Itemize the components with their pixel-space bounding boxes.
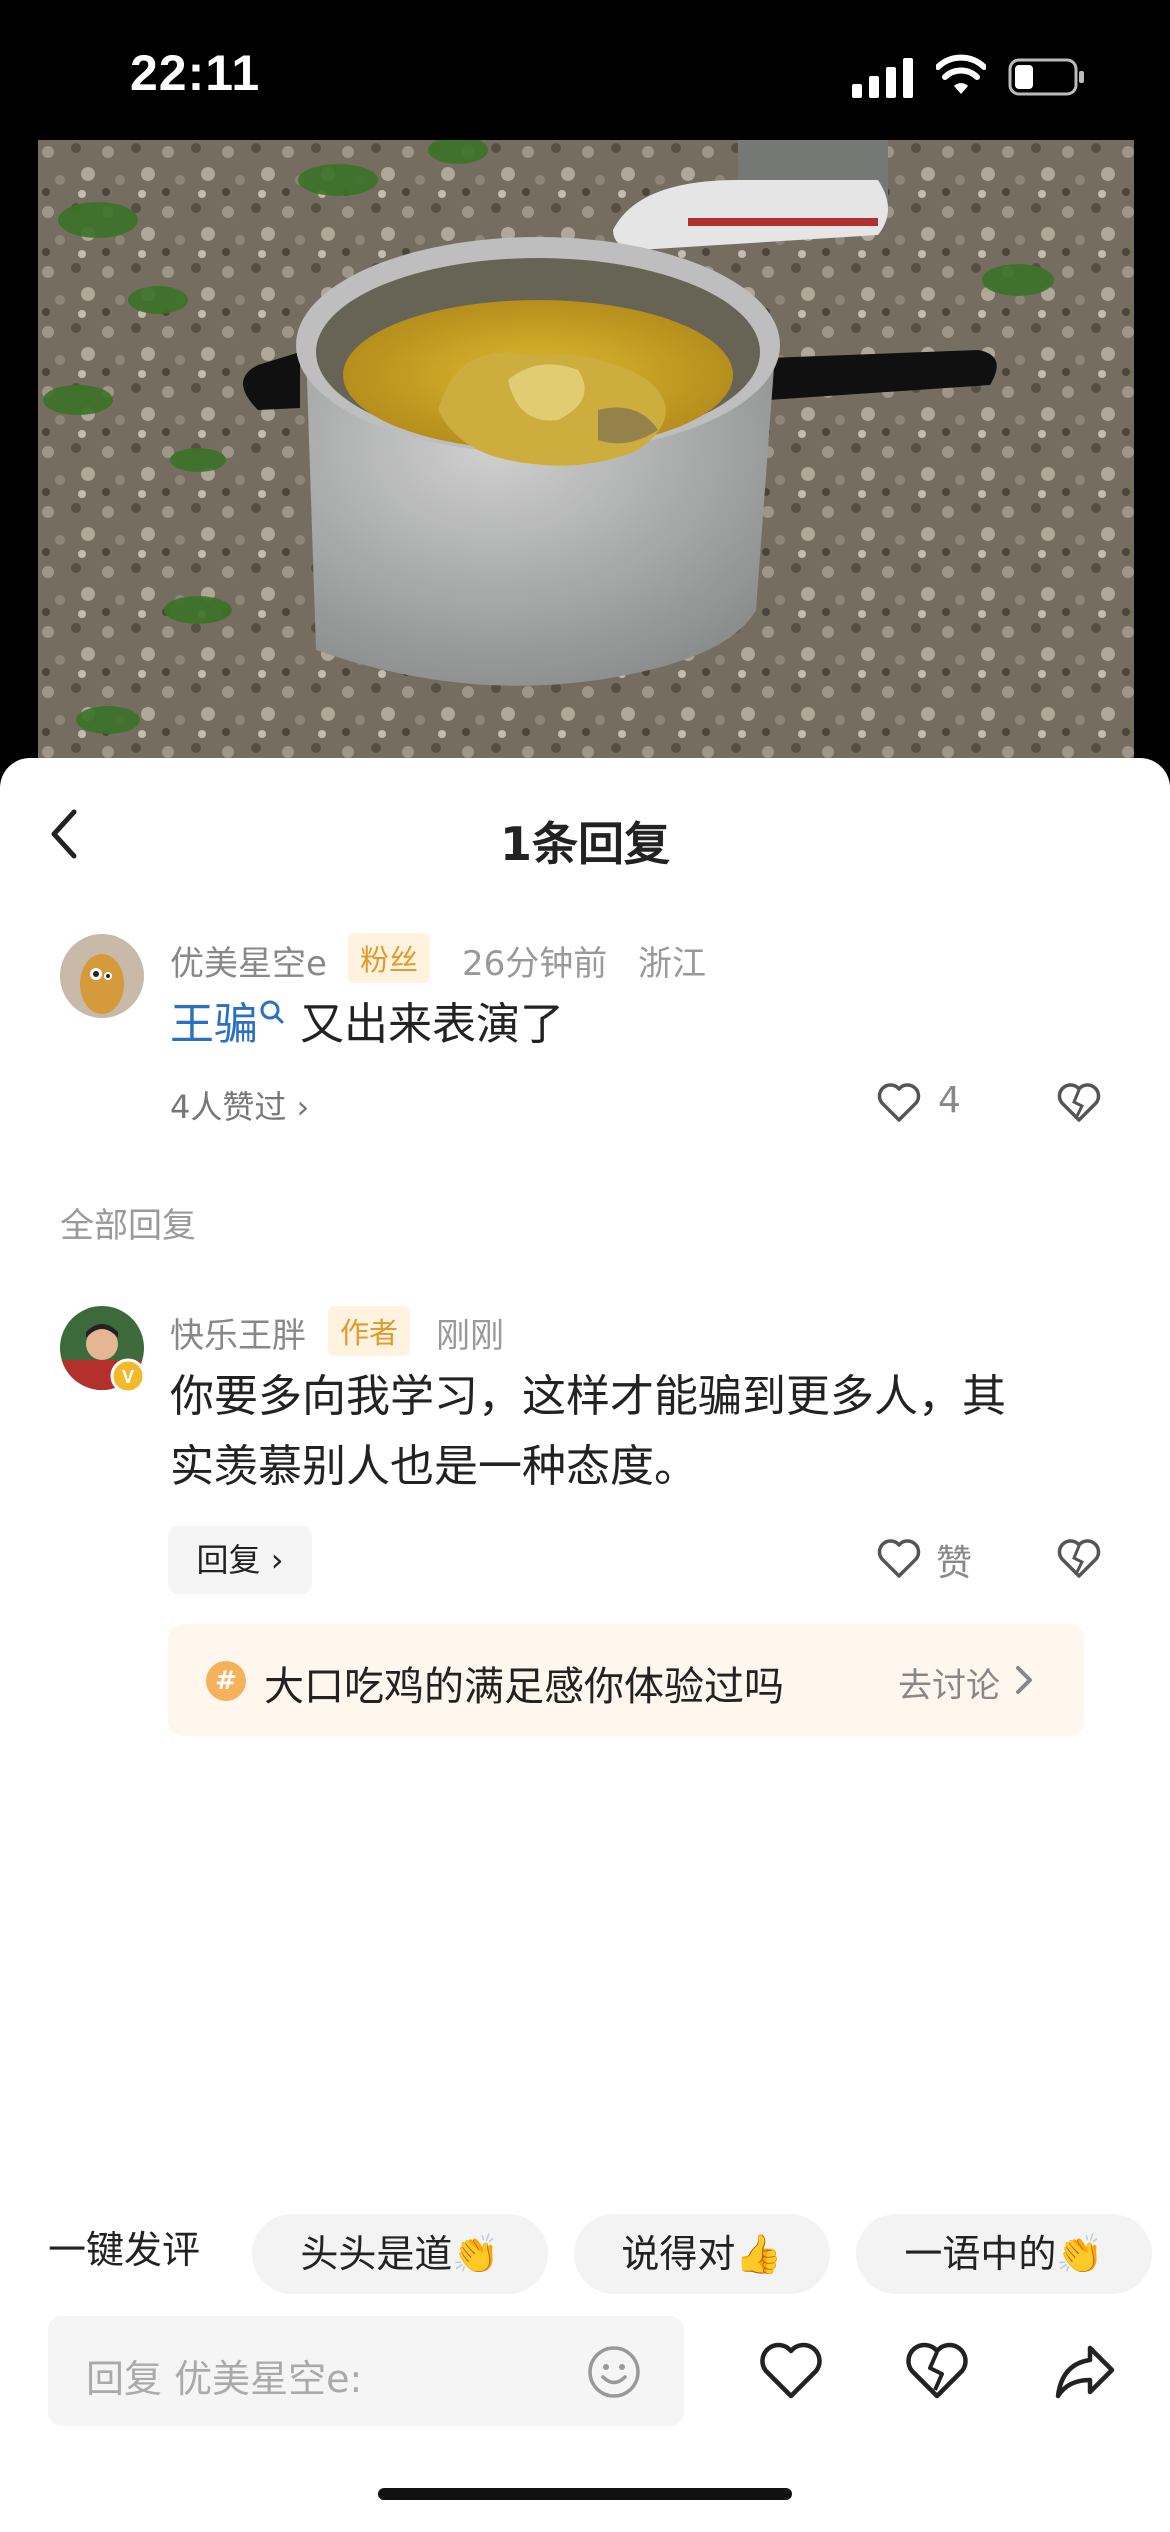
topic-card[interactable]: # 大口吃鸡的满足感你体验过吗 去讨论: [168, 1624, 1084, 1736]
author-badge: 作者: [328, 1306, 411, 1356]
like-label: 赞: [936, 1543, 973, 1584]
chevron-right-icon: [1016, 1666, 1032, 1694]
hashtag-icon: #: [206, 1661, 246, 1701]
reply-button[interactable]: 回复 ›: [168, 1526, 312, 1594]
battery-icon: [1008, 58, 1084, 96]
heart-icon[interactable]: [876, 1080, 922, 1126]
share-icon[interactable]: [1052, 2338, 1118, 2404]
home-indicator: [378, 2488, 792, 2500]
reply-input-placeholder: 回复 优美星空e:: [86, 2357, 363, 2401]
likers-link[interactable]: 4人赞过 ›: [170, 1082, 309, 1128]
reply-line-2: 实羡慕别人也是一种态度。: [170, 1441, 698, 1492]
reply-line-1: 你要多向我学习，这样才能骗到更多人，其: [170, 1371, 1006, 1422]
author-avatar[interactable]: V: [60, 1306, 146, 1394]
status-bar: 22:11: [0, 0, 1170, 140]
quick-reply-chip[interactable]: 头头是道👏: [252, 2214, 548, 2294]
reply-time: 刚刚: [436, 1316, 504, 1356]
topic-text: 大口吃鸡的满足感你体验过吗: [264, 1664, 784, 1710]
reply-button-label: 回复: [196, 1541, 261, 1579]
comment-time: 26分钟前: [462, 944, 608, 984]
comment-author[interactable]: 优美星空e: [170, 936, 327, 985]
video-player[interactable]: [38, 140, 1134, 765]
like-count: 4: [938, 1080, 961, 1121]
likers-label: 4人赞过: [170, 1088, 287, 1126]
dislike-icon[interactable]: [904, 2338, 970, 2404]
like-icon[interactable]: [758, 2338, 824, 2404]
topic-action[interactable]: 去讨论: [898, 1658, 1000, 1707]
broken-heart-icon[interactable]: [1056, 1536, 1102, 1582]
comment-body: 王骗 又出来表演了: [170, 990, 564, 1060]
sheet-title: 1条回复: [499, 817, 670, 871]
wifi-icon: [936, 54, 986, 94]
reply-input[interactable]: 回复 优美星空e:: [48, 2316, 684, 2426]
avatar[interactable]: [60, 934, 144, 1018]
emoji-icon[interactable]: [586, 2344, 642, 2400]
fan-badge: 粉丝: [348, 933, 431, 983]
status-time: 22:11: [130, 45, 261, 101]
comment-location: 浙江: [638, 944, 706, 984]
quick-reply-chip[interactable]: 说得对👍: [574, 2214, 830, 2294]
cellular-signal-icon: [852, 58, 913, 98]
keyword-link[interactable]: 王骗: [170, 999, 258, 1050]
svg-text:V: V: [122, 1367, 134, 1387]
reply-author[interactable]: 快乐王胖: [170, 1308, 306, 1357]
comment-text: 又出来表演了: [300, 999, 564, 1050]
heart-icon[interactable]: [876, 1536, 922, 1582]
search-icon[interactable]: [258, 994, 286, 1034]
broken-heart-icon[interactable]: [1056, 1080, 1102, 1126]
section-label: 全部回复: [60, 1206, 196, 1246]
quick-reply-label: 一键发评: [48, 2228, 201, 2272]
quick-reply-chip[interactable]: 一语中的👏: [856, 2214, 1152, 2294]
